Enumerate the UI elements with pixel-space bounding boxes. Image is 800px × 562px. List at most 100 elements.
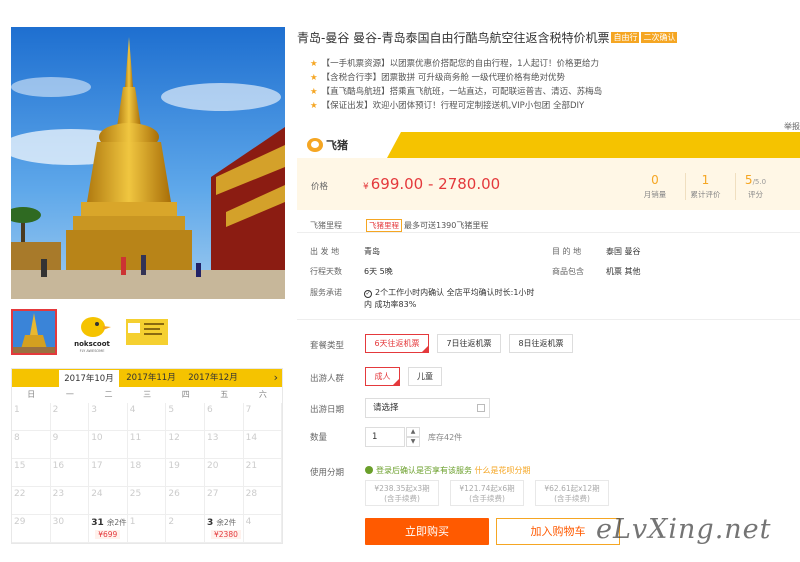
departure-value: 青岛 — [364, 247, 380, 256]
stat-value: 5/5.0 — [736, 173, 775, 187]
weekday-sun: 日 — [27, 390, 36, 399]
departure-label: 出 发 地 — [310, 247, 340, 256]
highlight-text: 【直飞酷鸟航班】搭乘直飞航班，一站直达，可配联运普吉、清迈、苏梅岛 — [321, 87, 603, 97]
people-option-child[interactable]: 儿童 — [408, 367, 442, 386]
date-select-input[interactable]: 请选择 — [365, 398, 490, 418]
installment-option-3[interactable]: ¥238.35起x3期 (含手续费) — [365, 480, 439, 506]
thumbnail-ticket-card[interactable] — [124, 309, 170, 355]
calendar-day-available-31[interactable]: 31 余2件 ¥699 — [89, 515, 128, 543]
highlight-list: ★ 【一手机票资源】以团票优惠价搭配您的自由行程，1人起订！价格更给力 ★ 【含税合… — [310, 57, 602, 113]
divider — [297, 232, 800, 233]
stat-rating: 5/5.0 评分 — [735, 173, 775, 200]
star-icon: ★ — [310, 101, 318, 111]
package-option-7day[interactable]: 7日往返机票 — [437, 334, 501, 353]
price-panel: 价格 ¥699.00 - 2780.00 0 月销量 1 累计评价 5/5.0 … — [297, 158, 800, 210]
calendar-day: 15 — [12, 459, 51, 487]
info-icon — [365, 466, 373, 474]
installment-amount: ¥238.35起x3期 — [374, 484, 430, 493]
main-product-photo[interactable] — [11, 27, 285, 299]
tag-free-travel: 自由行 — [611, 32, 640, 43]
weekday-fri: 五 — [220, 390, 229, 399]
quantity-input[interactable]: 1 — [365, 427, 405, 447]
calendar-tab-dec[interactable]: 2017年12月 — [182, 369, 244, 387]
thumb-logo-text: nokscoot — [74, 340, 110, 348]
calendar-day: 1 — [12, 403, 51, 431]
mileage-label: 飞猪里程 — [310, 221, 342, 230]
weekday-thu: 四 — [181, 390, 190, 399]
calendar-tab-oct[interactable]: 2017年10月 — [58, 369, 120, 387]
stat-value: 1 — [701, 173, 710, 187]
stat-reviews[interactable]: 1 累计评价 — [685, 173, 725, 200]
thumbnail-temple[interactable] — [11, 309, 57, 355]
calendar-day: 16 — [50, 459, 90, 487]
promise-text: 2个工作小时内确认 全店平均确认时长:1小时 — [375, 288, 535, 297]
calendar-day: 2 — [166, 515, 205, 543]
installment-label: 使用分期 — [310, 468, 345, 478]
calendar-day: 29 — [12, 515, 51, 543]
tag-second-confirm: 二次确认 — [641, 32, 678, 43]
installment-option-12[interactable]: ¥62.61起x12期 (含手续费) — [535, 480, 609, 506]
calendar-day: 21 — [243, 459, 283, 487]
calendar-day-price: ¥2380 — [211, 530, 241, 539]
qty-label: 数量 — [310, 433, 328, 443]
highlight-item: ★ 【保证出发】欢迎小团体预订！行程可定制接送机,VIP小包团 全部DIY — [310, 99, 602, 113]
date-placeholder: 请选择 — [373, 403, 399, 413]
stat-label: 累计评价 — [690, 190, 721, 199]
calendar-icon — [477, 404, 485, 412]
calendar-next-icon[interactable]: › — [274, 369, 278, 387]
calendar-tab-nov[interactable]: 2017年11月 — [120, 369, 182, 387]
rating-suffix: /5.0 — [752, 178, 767, 186]
highlight-text: 【一手机票资源】以团票优惠价搭配您的自由行程，1人起订！价格更给力 — [321, 59, 600, 69]
calendar-day: 10 — [89, 431, 128, 459]
installment-hint-text[interactable]: 登录后确认是否享有该服务 — [376, 466, 472, 475]
calendar-day: 24 — [89, 487, 128, 515]
installment-amount: ¥121.74起x6期 — [459, 484, 515, 493]
calendar-day: 3 — [89, 403, 128, 431]
price-value: ¥699.00 - 2780.00 — [363, 175, 500, 193]
calendar-day: 27 — [205, 487, 244, 515]
report-link[interactable]: 举报 — [784, 121, 800, 132]
stock-text: 库存42件 — [428, 433, 463, 442]
currency-symbol: ¥ — [363, 182, 369, 192]
qty-up-icon[interactable]: ▲ — [406, 427, 420, 437]
includes-label: 商品包含 — [552, 267, 584, 276]
people-option-adult[interactable]: 成人 — [365, 367, 400, 386]
installment-fee: (含手续费) — [384, 494, 420, 503]
divider — [297, 319, 800, 320]
qty-down-icon[interactable]: ▼ — [406, 437, 420, 447]
buy-now-button[interactable]: 立即购买 — [365, 518, 489, 545]
pig-icon — [307, 138, 323, 152]
installment-help-link[interactable]: 什么是花呗分期 — [475, 466, 531, 475]
package-option-8day[interactable]: 8日往返机票 — [509, 334, 573, 353]
star-icon: ★ — [310, 87, 318, 97]
calendar-day-number: 3 — [207, 518, 214, 528]
thumbnail-nokscoot-logo[interactable]: nokscoot FLY AWESOME — [69, 309, 115, 355]
highlight-text: 【含税合行李】团票散拼 可升级商务舱 一级代理价格有绝对优势 — [321, 73, 566, 83]
package-label: 套餐类型 — [310, 341, 345, 351]
promise-line1: ✓ 2个工作小时内确认 全店平均确认时长:1小时 — [364, 287, 534, 298]
fliggy-logo: 飞猪 — [307, 137, 348, 153]
calendar-day: 22 — [12, 487, 51, 515]
calendar-day: 30 — [50, 515, 90, 543]
calendar-day: 9 — [50, 431, 90, 459]
stat-monthly-sales: 0 月销量 — [635, 173, 675, 200]
installment-amount: ¥62.61起x12期 — [544, 484, 600, 493]
calendar-day-number: 31 — [91, 518, 104, 528]
rating-value: 5 — [744, 173, 753, 187]
brand-bar: 飞猪 — [297, 132, 800, 158]
calendar-day: 20 — [205, 459, 244, 487]
highlight-item: ★ 【含税合行李】团票散拼 可升级商务舱 一级代理价格有绝对优势 — [310, 71, 602, 85]
calendar-day: 1 — [127, 515, 167, 543]
highlight-text: 【保证出发】欢迎小团体预订！行程可定制接送机,VIP小包团 全部DIY — [321, 101, 585, 111]
calendar-day: 17 — [89, 459, 128, 487]
calendar-day: 26 — [166, 487, 205, 515]
stat-label: 评分 — [748, 190, 763, 199]
mileage-badge: 飞猪里程 — [366, 219, 402, 232]
star-icon: ★ — [310, 73, 318, 83]
package-option-6day[interactable]: 6天往返机票 — [365, 334, 429, 353]
calendar-day-stock: 余2件 — [216, 518, 237, 527]
brand-name: 飞猪 — [326, 139, 348, 152]
calendar-day-available-3[interactable]: 3 余2件 ¥2380 — [205, 515, 244, 543]
calendar-day: 12 — [166, 431, 205, 459]
installment-option-6[interactable]: ¥121.74起x6期 (含手续费) — [450, 480, 524, 506]
